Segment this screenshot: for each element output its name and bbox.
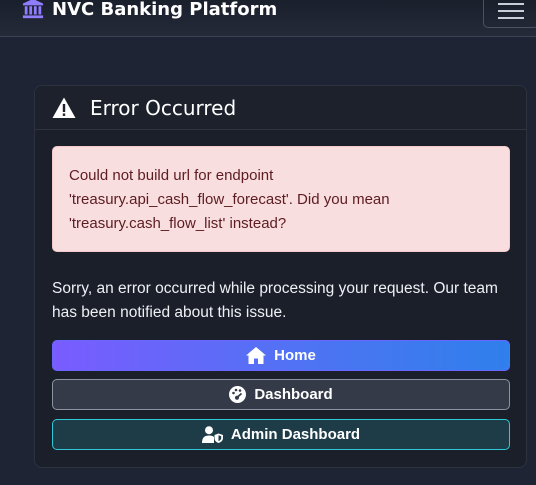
home-button[interactable]: Home bbox=[52, 340, 510, 371]
brand-link[interactable]: NVC Banking Platform bbox=[22, 0, 277, 24]
card-header: Error Occurred bbox=[35, 86, 526, 130]
navbar-toggler-button[interactable] bbox=[483, 0, 536, 28]
error-alert: Could not build url for endpoint 'treasu… bbox=[52, 146, 510, 252]
admin-dashboard-button[interactable]: Admin Dashboard bbox=[52, 419, 510, 450]
hamburger-icon bbox=[498, 3, 524, 19]
user-shield-icon bbox=[201, 426, 223, 443]
dashboard-button-label: Dashboard bbox=[254, 386, 333, 403]
page-title: Error Occurred bbox=[90, 95, 237, 120]
warning-icon bbox=[52, 97, 76, 118]
gauge-icon bbox=[229, 386, 247, 403]
bank-icon bbox=[22, 0, 44, 19]
error-card: Error Occurred Could not build url for e… bbox=[34, 85, 527, 468]
home-icon bbox=[246, 347, 267, 364]
navbar: NVC Banking Platform bbox=[0, 0, 536, 37]
dashboard-button[interactable]: Dashboard bbox=[52, 379, 510, 410]
error-message: Sorry, an error occurred while processin… bbox=[52, 280, 498, 321]
home-button-label: Home bbox=[274, 347, 316, 364]
brand-title: NVC Banking Platform bbox=[52, 0, 278, 20]
admin-dashboard-button-label: Admin Dashboard bbox=[230, 426, 361, 443]
